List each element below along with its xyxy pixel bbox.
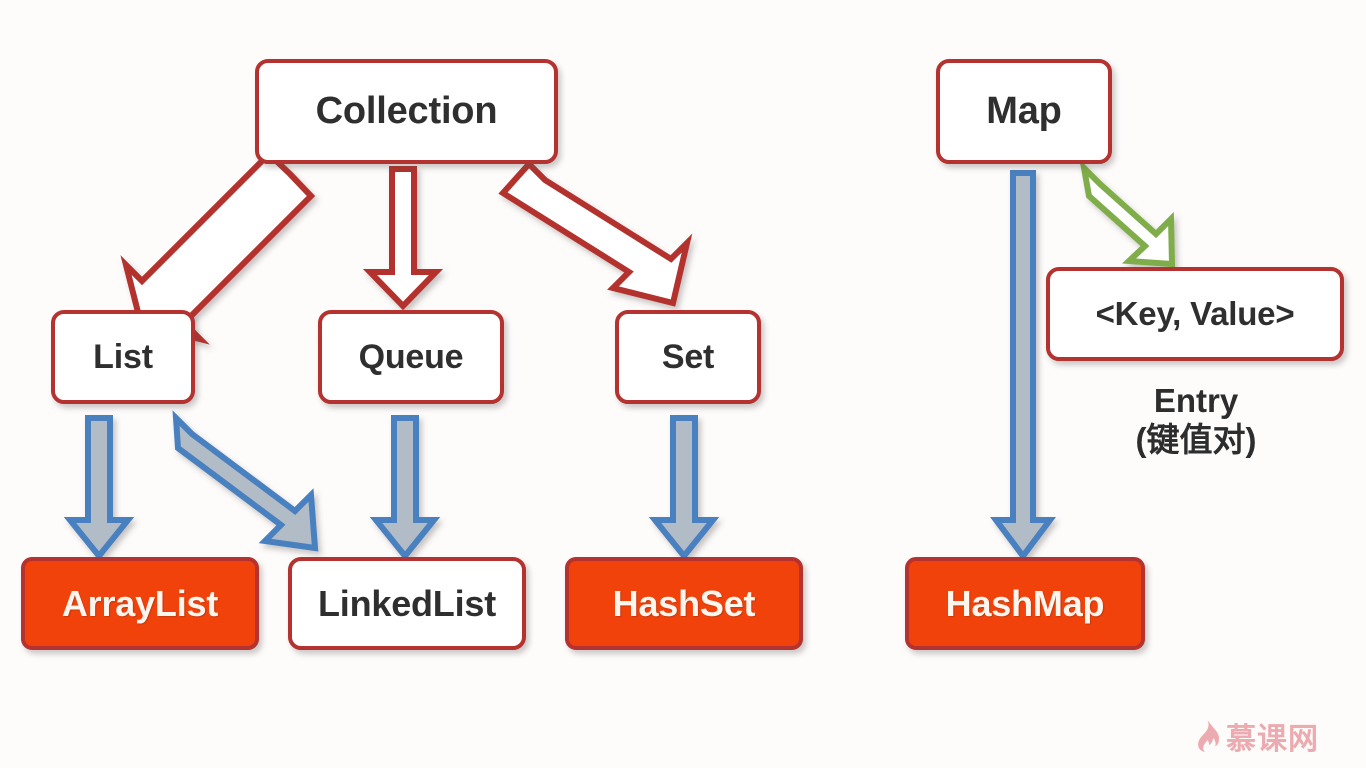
node-linkedlist[interactable]: LinkedList xyxy=(288,557,526,650)
node-queue[interactable]: Queue xyxy=(318,310,504,404)
node-map-label: Map xyxy=(986,90,1062,132)
diagram-canvas: Collection List Queue Set ArrayList Link… xyxy=(0,0,1366,768)
node-collection[interactable]: Collection xyxy=(255,59,558,164)
node-set-label: Set xyxy=(661,337,715,376)
node-collection-label: Collection xyxy=(315,90,498,132)
node-linkedlist-label: LinkedList xyxy=(317,582,497,624)
node-hashmap-label: HashMap xyxy=(945,582,1105,624)
node-set[interactable]: Set xyxy=(615,310,761,404)
node-key-value[interactable]: <Key, Value> xyxy=(1046,267,1344,361)
watermark: 慕课网 xyxy=(1193,714,1319,758)
edge-set-to-hashset xyxy=(648,415,720,561)
edge-collection-to-set xyxy=(498,159,693,307)
node-list[interactable]: List xyxy=(51,310,195,404)
node-hashset[interactable]: HashSet xyxy=(565,557,803,650)
node-arraylist[interactable]: ArrayList xyxy=(21,557,259,650)
node-hashmap[interactable]: HashMap xyxy=(905,557,1145,650)
node-key-value-label: <Key, Value> xyxy=(1095,295,1295,332)
node-arraylist-label: ArrayList xyxy=(61,582,219,624)
node-queue-label: Queue xyxy=(358,337,464,376)
edge-queue-to-linkedlist xyxy=(369,415,441,561)
edge-list-to-linkedlist xyxy=(172,410,319,552)
flame-icon xyxy=(1198,720,1219,752)
edge-list-to-arraylist xyxy=(63,415,135,561)
entry-caption: Entry (键值对) xyxy=(1048,382,1344,460)
edge-collection-to-queue xyxy=(362,166,444,311)
node-list-label: List xyxy=(93,337,153,376)
watermark-text: 慕课网 xyxy=(1226,722,1319,757)
edge-map-to-hashmap xyxy=(990,170,1056,561)
edge-map-to-keyvalue xyxy=(1079,159,1176,268)
node-hashset-label: HashSet xyxy=(612,582,756,624)
node-map[interactable]: Map xyxy=(936,59,1112,164)
entry-caption-line-2: (键值对) xyxy=(1135,420,1257,458)
entry-caption-line-1: Entry xyxy=(1153,382,1239,419)
